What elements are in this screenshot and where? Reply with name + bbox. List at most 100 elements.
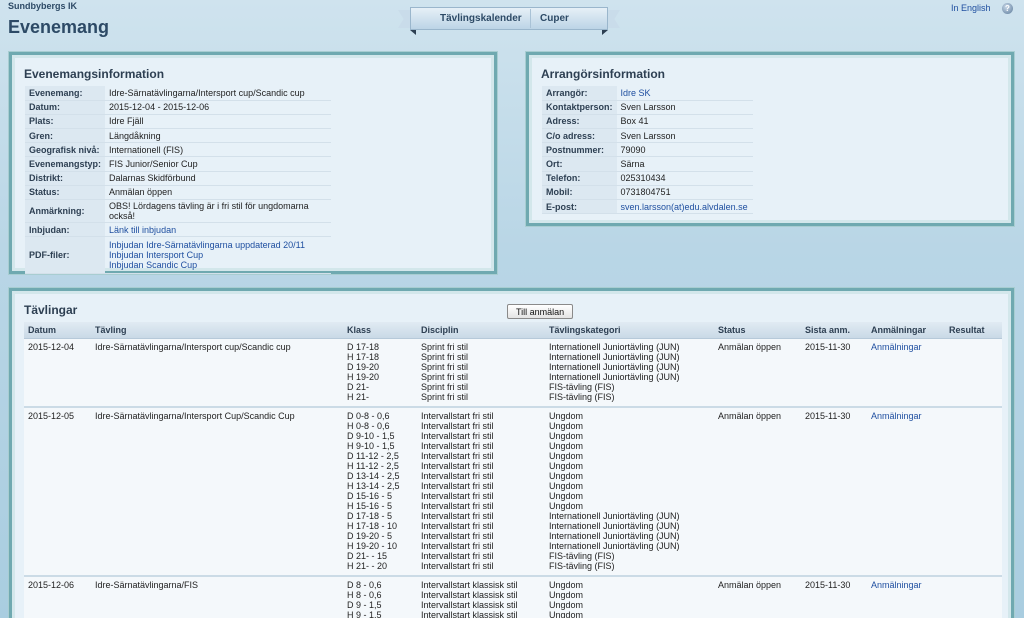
table-row: 2015-12-05 Idre-Särnatävlingarna/Interspo… (24, 406, 1002, 577)
cell-result (945, 338, 1002, 408)
cell-category: UngdomUngdomUngdomUngdomUngdom (545, 575, 714, 618)
cell-category-line: Internationell Juniortävling (JUN) (549, 341, 680, 352)
cell-category-line: Internationell Juniortävling (JUN) (549, 520, 680, 531)
cell-class-line: D 21- - 15 (347, 550, 388, 561)
tab-tavlingskalender[interactable]: Tävlingskalender (440, 13, 522, 24)
cell-date: 2015-12-04 (24, 338, 91, 408)
col-sista-anm: Sista anm. (801, 322, 867, 339)
nav-separator (530, 9, 531, 28)
page-title: Evenemang (8, 17, 110, 37)
info-key: Gren: (25, 128, 106, 144)
help-icon[interactable]: ? (1002, 3, 1013, 14)
info-value: Anmälan öppen (105, 185, 332, 201)
col-status: Status (714, 322, 801, 339)
cell-discipline-line: Intervallstart fri stil (421, 530, 494, 541)
cell-competition: Idre-Särnatävlingarna/FIS (91, 575, 343, 618)
info-row: Distrikt: Dalarnas Skidförbund (25, 171, 332, 186)
cell-entries: Anmälningar (867, 575, 945, 618)
cell-discipline-line: Intervallstart klassisk stil (421, 579, 518, 590)
table-row: 2015-12-06 Idre-Särnatävlingarna/FIS D 8 -… (24, 575, 1002, 618)
cell-category-line: Ungdom (549, 470, 584, 481)
competitions-panel: Tävlingar Till anmälan Datum Tävling Kla… (9, 288, 1014, 618)
cell-category-line: Internationell Juniortävling (JUN) (549, 540, 680, 551)
cell-discipline-line: Intervallstart klassisk stil (421, 589, 518, 600)
cell-discipline-line: Sprint fri stil (421, 351, 469, 362)
info-key: Mobil: (542, 185, 617, 201)
entries-link[interactable]: Anmälningar (871, 411, 922, 421)
email-link[interactable]: sven.larsson(at)edu.alvdalen.se (621, 202, 748, 212)
info-row: Gren: Längdåkning (25, 128, 332, 144)
signup-button[interactable]: Till anmälan (507, 304, 574, 319)
cell-date: 2015-12-06 (24, 575, 91, 618)
top-navigation: Tävlingskalender Cuper (398, 7, 620, 35)
cell-discipline-line: Intervallstart fri stil (421, 520, 494, 531)
organizer-info-panel: Arrangörsinformation Arrangör: Idre SK Ko… (526, 52, 1014, 226)
pdf-link[interactable]: Inbjudan Idre-Särnatävlingarna uppdatera… (109, 240, 327, 250)
cell-category-line: Ungdom (549, 450, 584, 461)
cell-class-line: H 9-10 - 1,5 (347, 440, 395, 451)
cell-discipline-line: Intervallstart fri stil (421, 410, 494, 421)
tab-cuper[interactable]: Cuper (540, 13, 569, 24)
col-disciplin: Disciplin (417, 322, 545, 339)
col-tavling: Tävling (91, 322, 343, 339)
info-key: Datum: (25, 100, 106, 115)
cell-category-line: FIS-tävling (FIS) (549, 381, 615, 392)
cell-category-line: FIS-tävling (FIS) (549, 391, 615, 402)
cell-discipline: Intervallstart klassisk stil Intervallsta… (417, 575, 545, 618)
cell-status: Anmälan öppen (714, 338, 801, 408)
cell-entries: Anmälningar (867, 406, 945, 577)
info-key: Kontaktperson: (542, 100, 617, 115)
cell-class-line: H 17-18 - 10 (347, 520, 398, 531)
entries-link[interactable]: Anmälningar (871, 342, 922, 352)
info-row: Postnummer: 79090 (542, 142, 753, 158)
cell-class-line: H 0-8 - 0,6 (347, 420, 390, 431)
cell-class-line: H 11-12 - 2,5 (347, 460, 399, 471)
info-key: Adress: (542, 114, 617, 130)
english-link[interactable]: In English (951, 3, 991, 13)
cell-category-line: Ungdom (549, 430, 584, 441)
cell-deadline: 2015-11-30 (801, 575, 867, 618)
info-row: Arrangör: Idre SK (542, 86, 753, 101)
info-key: Evenemang: (25, 86, 106, 101)
info-row: Kontaktperson: Sven Larsson (542, 100, 753, 115)
cell-class-line: H 19-20 (347, 371, 380, 382)
cell-category-line: Ungdom (549, 500, 584, 511)
info-key: Arrangör: (542, 86, 617, 101)
cell-discipline-line: Intervallstart fri stil (421, 490, 494, 501)
info-row: Plats: Idre Fjäll (25, 114, 332, 130)
cell-discipline-line: Intervallstart fri stil (421, 430, 494, 441)
cell-category-line: Ungdom (549, 460, 584, 471)
cell-category-line: Ungdom (549, 440, 584, 451)
info-value: Särna (616, 156, 753, 172)
cell-class-line: D 15-16 - 5 (347, 490, 393, 501)
invitation-link[interactable]: Länk till inbjudan (109, 225, 176, 235)
cell-competition: Idre-Särnatävlingarna/Intersport cup/Sca… (91, 338, 343, 408)
cell-category-line: Ungdom (549, 410, 584, 421)
competitions-heading: Tävlingar (24, 303, 78, 317)
cell-discipline-line: Sprint fri stil (421, 371, 469, 382)
cell-discipline-line: Intervallstart fri stil (421, 460, 494, 471)
cell-category-line: Internationell Juniortävling (JUN) (549, 510, 680, 521)
cell-category-line: Internationell Juniortävling (JUN) (549, 351, 680, 362)
info-row: Evenemang: Idre-Särnatävlingarna/Interspo… (25, 86, 332, 101)
cell-discipline-line: Intervallstart fri stil (421, 500, 494, 511)
cell-result (945, 575, 1002, 618)
pdf-link[interactable]: Inbjudan Intersport Cup (109, 250, 327, 260)
info-key: Inbjudan: (25, 222, 106, 238)
info-row: Inbjudan: Länk till inbjudan (25, 222, 332, 238)
info-key: Geografisk nivå: (25, 142, 106, 158)
pdf-link[interactable]: Inbjudan Scandic Cup (109, 260, 327, 270)
cell-class-line: H 15-16 - 5 (347, 500, 393, 511)
info-value: Idre-Särnatävlingarna/Intersport cup/Sca… (105, 86, 332, 101)
cell-discipline-line: Sprint fri stil (421, 391, 469, 402)
info-value: Sven Larsson (616, 128, 753, 144)
cell-class: D 0-8 - 0,6 H 0-8 - 0,6 D 9-10 - 1,5 H 9-10… (343, 406, 417, 577)
cell-class-line: H 9 - 1,5 (347, 609, 382, 618)
club-name: Sundbybergs IK (8, 1, 78, 11)
cell-entries: Anmälningar (867, 338, 945, 408)
info-key: Ort: (542, 156, 617, 172)
entries-link[interactable]: Anmälningar (871, 580, 922, 590)
info-value: Idre Fjäll (105, 114, 332, 130)
cell-discipline-line: Intervallstart fri stil (421, 420, 494, 431)
organizer-link[interactable]: Idre SK (621, 88, 651, 98)
